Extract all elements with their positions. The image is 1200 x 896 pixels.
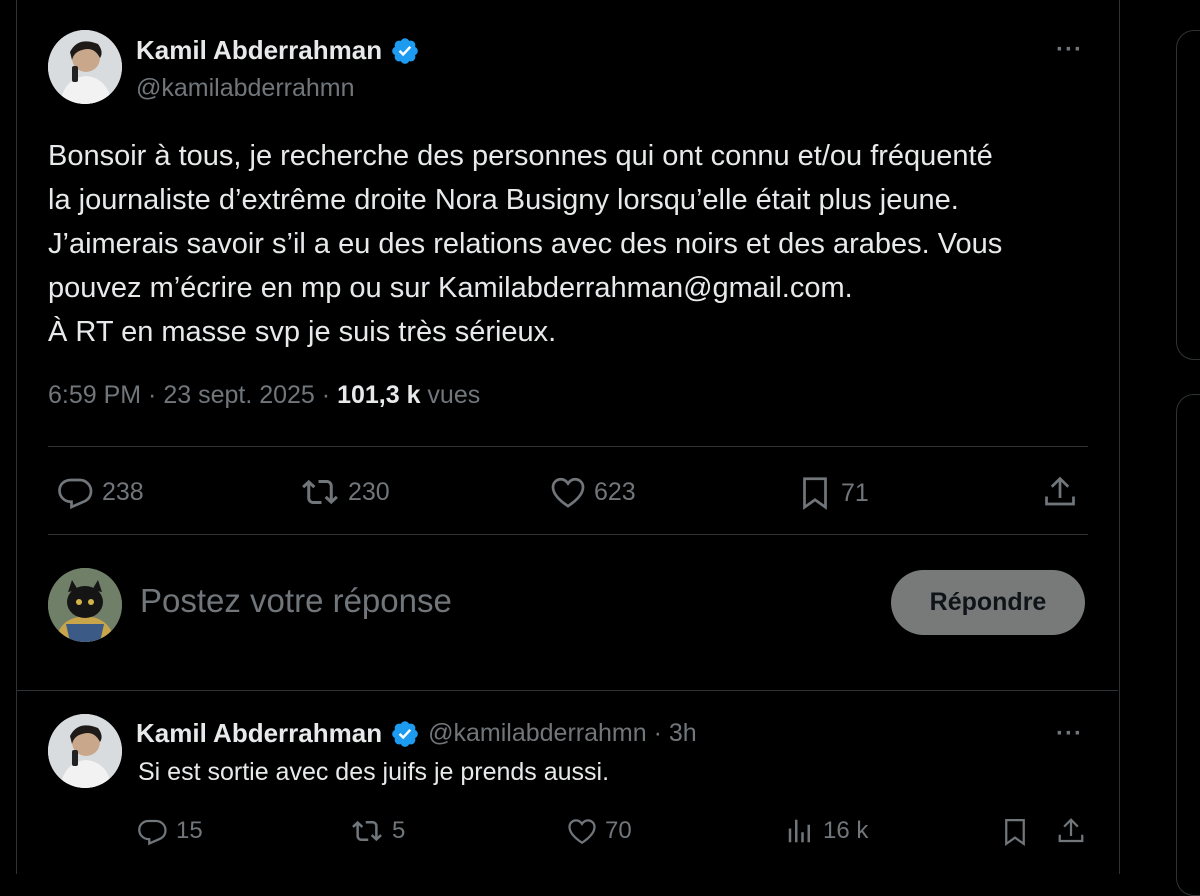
current-user-avatar[interactable] bbox=[48, 568, 122, 642]
like-action[interactable]: 70 bbox=[567, 816, 632, 846]
bookmark-count: 71 bbox=[841, 478, 869, 507]
analytics-icon bbox=[788, 819, 810, 843]
reply-handle-time[interactable]: @kamilabderrahmn · 3h bbox=[428, 719, 697, 748]
reply-author-avatar[interactable] bbox=[48, 714, 122, 788]
bookmark-action[interactable]: 71 bbox=[797, 474, 869, 512]
bookmark-icon bbox=[1005, 819, 1025, 847]
reply-count: 15 bbox=[176, 817, 203, 844]
verified-badge-icon bbox=[392, 720, 418, 747]
more-options-icon[interactable]: ··· bbox=[1056, 720, 1083, 748]
author-avatar[interactable] bbox=[48, 30, 122, 104]
reply-action[interactable]: 15 bbox=[138, 816, 203, 846]
repost-icon bbox=[302, 479, 338, 505]
reply-input[interactable]: Postez votre réponse bbox=[140, 582, 452, 620]
like-action[interactable]: 623 bbox=[550, 474, 636, 510]
verified-badge-icon bbox=[392, 37, 418, 64]
author-name[interactable]: Kamil Abderrahman bbox=[136, 35, 420, 66]
tweet-text: Bonsoir à tous, je recherche des personn… bbox=[48, 134, 1088, 354]
share-icon bbox=[1058, 818, 1084, 843]
tweet-text-line: la journaliste d’extrême droite Nora Bus… bbox=[48, 184, 959, 216]
repost-count: 5 bbox=[392, 817, 406, 844]
views-action[interactable]: 16 k bbox=[785, 816, 868, 846]
sidebar-card bbox=[1176, 30, 1200, 360]
repost-action[interactable]: 5 bbox=[350, 816, 405, 846]
reply-icon bbox=[138, 819, 167, 846]
divider bbox=[16, 690, 1118, 691]
bookmark-action[interactable] bbox=[1000, 816, 1030, 848]
reply-author-name[interactable]: Kamil Abderrahman @kamilabderrahmn · 3h bbox=[136, 718, 697, 749]
tweet-text-line: J’aimerais savoir s’il a eu des relation… bbox=[48, 228, 1003, 260]
reply-button[interactable]: Répondre bbox=[891, 570, 1085, 635]
reply-count: 238 bbox=[102, 477, 144, 506]
divider bbox=[48, 534, 1088, 535]
share-icon bbox=[1045, 476, 1075, 506]
reply-action[interactable]: 238 bbox=[58, 474, 144, 510]
view-count: 101,3 k bbox=[337, 381, 421, 409]
bookmark-icon bbox=[803, 477, 827, 510]
tweet-text-line: pouvez m’écrire en mp ou sur Kamilabderr… bbox=[48, 272, 853, 304]
more-options-icon[interactable]: ··· bbox=[1056, 36, 1083, 64]
reply-icon bbox=[58, 478, 93, 510]
divider bbox=[48, 446, 1088, 447]
heart-icon bbox=[551, 477, 585, 508]
tweet-meta: 6:59 PM · 23 sept. 2025 · 101,3 k vues bbox=[48, 381, 480, 410]
share-action[interactable] bbox=[1056, 816, 1086, 846]
sidebar-card bbox=[1176, 394, 1200, 896]
like-count: 70 bbox=[605, 817, 632, 844]
view-label: vues bbox=[420, 381, 481, 409]
repost-icon bbox=[352, 820, 382, 842]
repost-action[interactable]: 230 bbox=[300, 474, 390, 510]
author-name-text[interactable]: Kamil Abderrahman bbox=[136, 35, 382, 66]
heart-icon bbox=[568, 819, 596, 845]
tweet-text-line: Bonsoir à tous, je recherche des personn… bbox=[48, 140, 993, 172]
view-count: 16 k bbox=[823, 817, 869, 844]
share-action[interactable] bbox=[1042, 474, 1078, 510]
like-count: 623 bbox=[594, 477, 636, 506]
tweet-text-line: À RT en masse svp je suis très sérieux. bbox=[48, 316, 557, 348]
repost-count: 230 bbox=[348, 477, 390, 506]
reply-author-name-text[interactable]: Kamil Abderrahman bbox=[136, 718, 382, 749]
reply-text: Si est sortie avec des juifs je prends a… bbox=[138, 758, 610, 786]
tweet-timestamp[interactable]: 6:59 PM · 23 sept. 2025 · bbox=[48, 381, 337, 409]
author-handle[interactable]: @kamilabderrahmn bbox=[136, 74, 355, 103]
